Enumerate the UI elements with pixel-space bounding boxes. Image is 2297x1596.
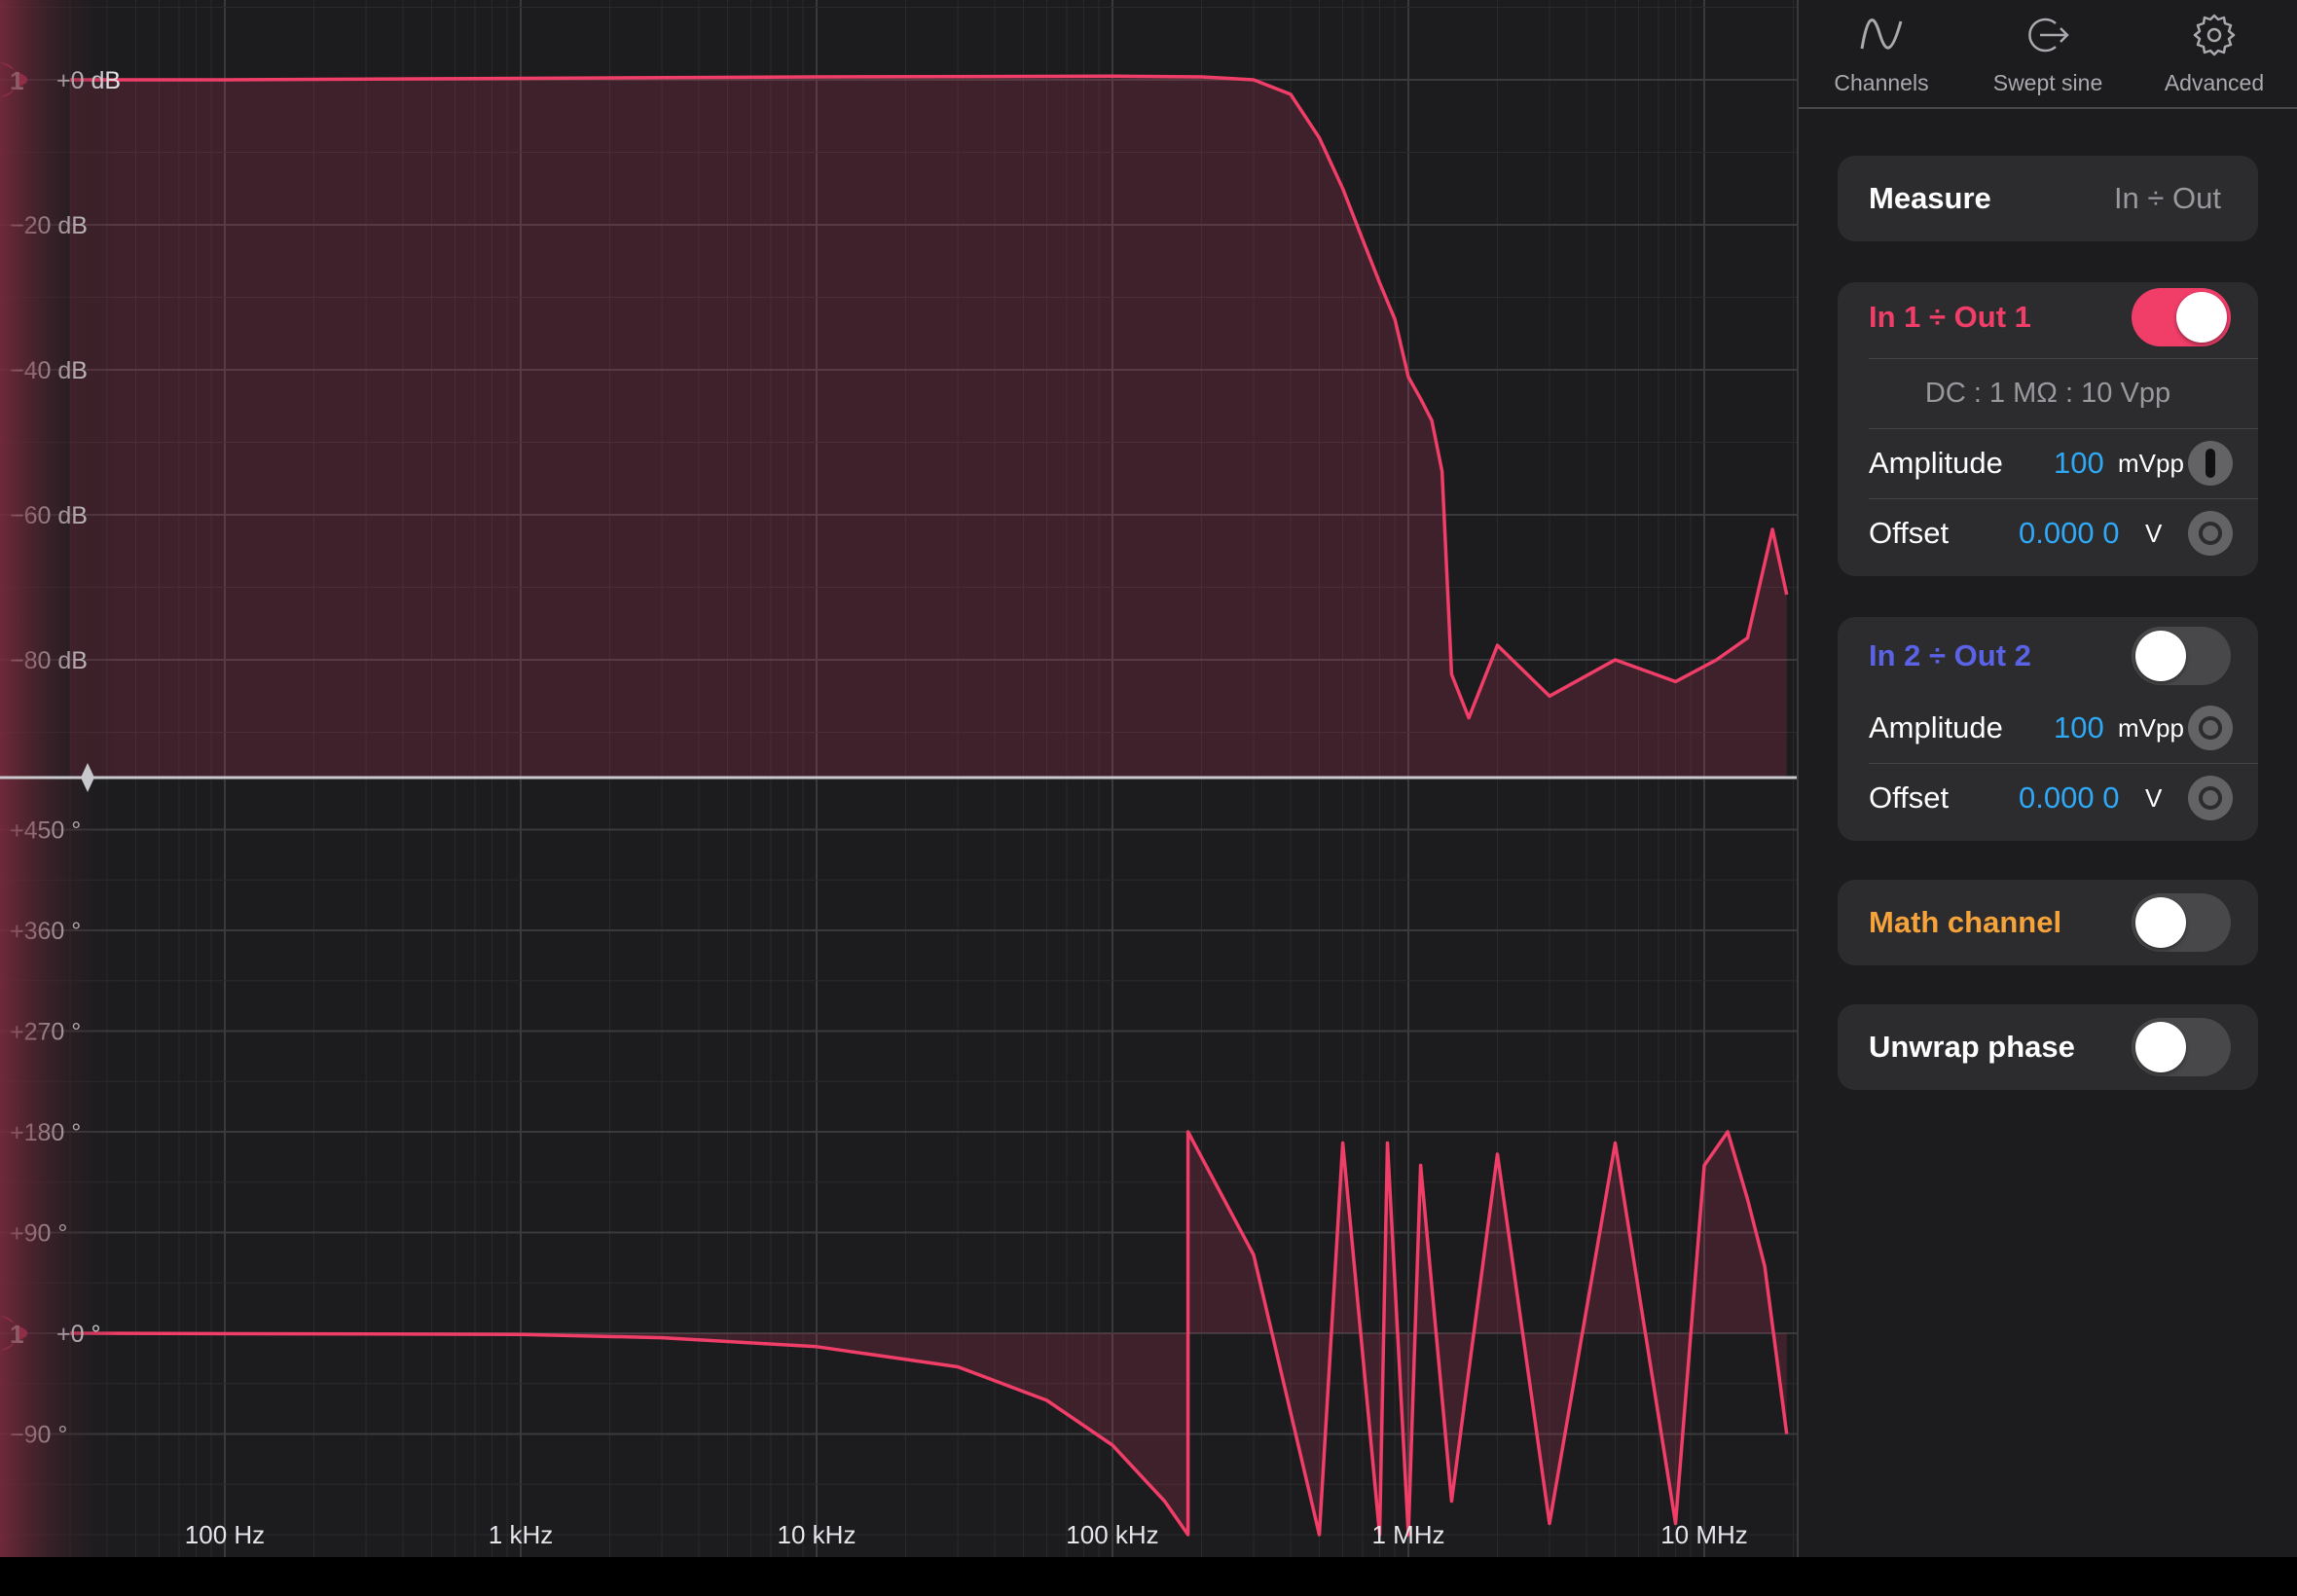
math-channel-toggle[interactable] <box>2132 893 2231 952</box>
channel2-amplitude-value[interactable]: 100 <box>2054 693 2104 763</box>
measure-label: Measure <box>1869 181 1991 215</box>
tab-advanced-label: Advanced <box>2164 70 2265 95</box>
offset-knob-icon[interactable] <box>2188 511 2233 556</box>
tab-channels[interactable]: Channels <box>1799 0 1964 107</box>
channel1-amplitude-label: Amplitude <box>1869 446 2003 480</box>
bode-plot[interactable]: +0 dB−20 dB−40 dB−60 dB−80 dB1+450 °+360… <box>0 0 1797 1557</box>
channel2-toggle[interactable] <box>2132 627 2231 685</box>
unwrap-phase-card: Unwrap phase <box>1838 1004 2258 1090</box>
measure-card[interactable]: Measure In ÷ Out <box>1838 156 2258 241</box>
x-tick-label: 100 Hz <box>185 1520 265 1549</box>
bottom-bar <box>0 1557 2297 1596</box>
channel1-offset-value[interactable]: 0.000 0 <box>2019 498 2119 568</box>
x-tick-label: 10 MHz <box>1660 1520 1748 1549</box>
channel2-offset-label: Offset <box>1869 780 1950 815</box>
measure-value[interactable]: In ÷ Out <box>2114 163 2221 234</box>
channel2-offset-value[interactable]: 0.000 0 <box>2019 763 2119 833</box>
channel1-toggle[interactable] <box>2132 288 2231 346</box>
channel1-offset-unit: V <box>2145 519 2163 548</box>
sine-wave-icon <box>1860 18 1903 50</box>
swept-sine-icon <box>2028 18 2069 53</box>
channel2-amplitude-label: Amplitude <box>1869 710 2003 744</box>
x-tick-label: 100 kHz <box>1066 1520 1158 1549</box>
channel1-amplitude-value[interactable]: 100 <box>2054 428 2104 498</box>
channel2-card: In 2 ÷ Out 2 Amplitude 100 mVpp Offset 0… <box>1838 617 2258 841</box>
channel1-amplitude-unit: mVpp <box>2118 449 2184 478</box>
channel2-title: In 2 ÷ Out 2 <box>1869 638 2031 672</box>
tab-channels-label: Channels <box>1834 70 1929 95</box>
channel1-config[interactable]: DC : 1 MΩ : 10 Vpp <box>1838 358 2258 428</box>
bode-plot-canvas[interactable]: +0 dB−20 dB−40 dB−60 dB−80 dB1+450 °+360… <box>0 0 1797 1557</box>
math-channel-card: Math channel <box>1838 880 2258 965</box>
settings-panel: Channels Swept sine Advanced Measure In … <box>1799 0 2297 1557</box>
x-tick-label: 1 kHz <box>489 1520 553 1549</box>
channel2-amplitude-unit: mVpp <box>2118 713 2184 743</box>
gear-icon <box>2193 14 2236 56</box>
tab-advanced[interactable]: Advanced <box>2132 0 2297 107</box>
math-channel-label: Math channel <box>1869 905 2062 939</box>
channel2-offset-unit: V <box>2145 783 2163 813</box>
channel1-offset-label: Offset <box>1869 516 1950 550</box>
tab-swept-sine-label: Swept sine <box>1992 70 2103 95</box>
amplitude-knob-icon[interactable] <box>2188 441 2233 486</box>
x-tick-label: 1 MHz <box>1371 1520 1444 1549</box>
tab-swept-sine[interactable]: Swept sine <box>1965 0 2131 107</box>
magnitude-fill <box>70 76 1787 778</box>
tab-bar: Channels Swept sine Advanced <box>1799 0 2297 109</box>
unwrap-phase-toggle[interactable] <box>2132 1018 2231 1076</box>
channel1-card: In 1 ÷ Out 1 DC : 1 MΩ : 10 Vpp Amplitud… <box>1838 282 2258 576</box>
unwrap-phase-label: Unwrap phase <box>1869 1030 2075 1064</box>
amplitude-knob-icon[interactable] <box>2188 706 2233 750</box>
x-tick-label: 10 kHz <box>778 1520 857 1549</box>
offset-knob-icon[interactable] <box>2188 776 2233 820</box>
channel1-title: In 1 ÷ Out 1 <box>1869 300 2031 334</box>
